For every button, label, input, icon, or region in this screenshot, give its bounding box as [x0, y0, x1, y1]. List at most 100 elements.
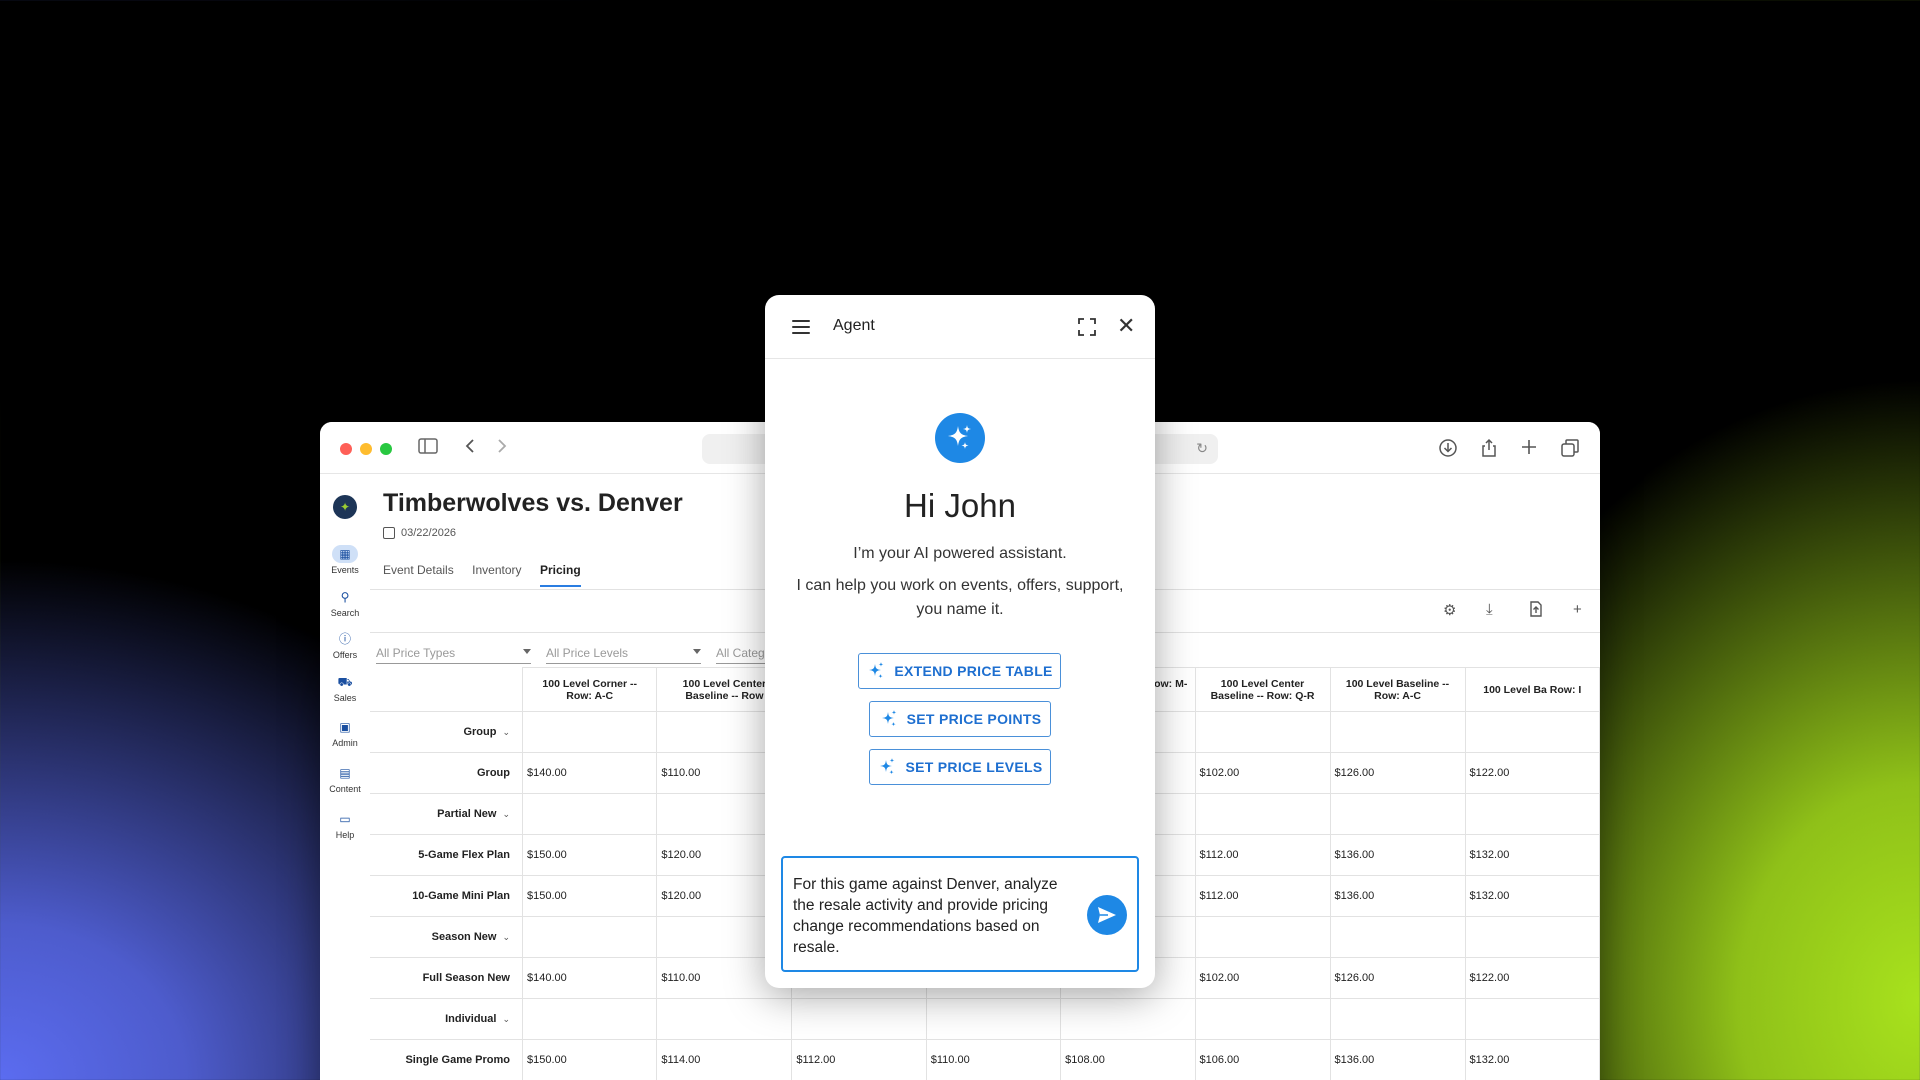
chevron-right-icon[interactable] — [496, 438, 508, 458]
price-cell[interactable] — [1194, 916, 1331, 958]
chevron-down-icon[interactable]: ⌄ — [502, 809, 510, 820]
price-cell[interactable] — [521, 711, 658, 753]
price-cell[interactable]: $150.00 — [521, 1039, 658, 1080]
download-icon[interactable] — [1438, 438, 1458, 462]
set-price-points-button[interactable]: SET PRICE POINTS — [869, 701, 1051, 737]
price-cell[interactable] — [521, 998, 658, 1040]
price-cell[interactable] — [925, 998, 1062, 1040]
price-levels-filter[interactable]: All Price Levels — [546, 646, 701, 664]
row-label-text: Group — [477, 767, 510, 779]
row-label[interactable]: Individual ⌄ — [370, 998, 523, 1040]
row-label[interactable]: Partial New ⌄ — [370, 793, 523, 835]
price-cell[interactable]: $136.00 — [1329, 1039, 1466, 1080]
price-cell[interactable] — [656, 998, 793, 1040]
price-cell[interactable]: $114.00 — [656, 1039, 793, 1080]
reload-icon[interactable]: ↻ — [1196, 440, 1208, 457]
price-cell[interactable]: $126.00 — [1329, 752, 1466, 794]
price-cell[interactable]: $102.00 — [1194, 957, 1331, 999]
upload-file-icon[interactable] — [1529, 601, 1543, 621]
column-header[interactable]: 100 Level Ba Row: I — [1464, 667, 1600, 712]
sidebar-icon[interactable] — [418, 438, 438, 458]
price-cell[interactable]: $112.00 — [1194, 834, 1331, 876]
chevron-down-icon[interactable]: ⌄ — [502, 1014, 510, 1025]
send-button[interactable] — [1087, 895, 1127, 935]
download-icon[interactable]: ⤓ — [1486, 601, 1493, 618]
sidebar-item-search[interactable]: ⚲ Search — [320, 588, 370, 618]
team-logo[interactable]: ✦ — [333, 495, 357, 519]
price-cell[interactable]: $102.00 — [1194, 752, 1331, 794]
price-cell[interactable]: $108.00 — [1060, 1039, 1196, 1080]
price-cell[interactable] — [1194, 998, 1331, 1040]
price-cell[interactable] — [1464, 998, 1600, 1040]
sidebar-item-offers[interactable]: ⓘ Offers — [320, 630, 370, 660]
close-icon[interactable]: ✕ — [1117, 315, 1135, 337]
row-label[interactable]: Group ⌄ — [370, 711, 523, 753]
plus-icon[interactable] — [1520, 438, 1538, 460]
price-types-filter[interactable]: All Price Types — [376, 646, 531, 664]
tab-pricing[interactable]: Pricing — [539, 563, 581, 587]
close-window-button[interactable] — [340, 443, 352, 455]
price-cell[interactable] — [1464, 711, 1600, 753]
price-cell[interactable]: $112.00 — [1194, 875, 1331, 917]
price-cell[interactable]: $136.00 — [1329, 875, 1466, 917]
expand-icon[interactable] — [1077, 317, 1097, 337]
set-price-levels-button[interactable]: SET PRICE LEVELS — [869, 749, 1051, 785]
price-cell[interactable]: $150.00 — [521, 875, 658, 917]
minimize-window-button[interactable] — [360, 443, 372, 455]
sidebar-item-events[interactable]: ▦ Events — [320, 545, 370, 575]
search-icon: ⚲ — [340, 590, 350, 604]
menu-icon[interactable] — [792, 320, 810, 334]
price-types-filter-value: All Price Types — [376, 646, 456, 660]
price-cell[interactable] — [1329, 916, 1466, 958]
column-header[interactable]: 100 Level Baseline -- Row: A-C — [1329, 667, 1466, 712]
chat-input-text[interactable]: For this game against Denver, analyze th… — [793, 874, 1073, 958]
tabs-icon[interactable] — [1560, 438, 1580, 462]
price-cell[interactable]: $140.00 — [521, 957, 658, 999]
add-icon[interactable]: + — [1573, 601, 1582, 618]
tab-event-details[interactable]: Event Details — [383, 563, 454, 585]
price-cell[interactable]: $112.00 — [791, 1039, 927, 1080]
price-cell[interactable] — [1464, 793, 1600, 835]
chevron-down-icon[interactable]: ⌄ — [502, 932, 510, 943]
column-header[interactable]: 100 Level Center Baseline -- Row: Q-R — [1194, 667, 1331, 712]
maximize-window-button[interactable] — [380, 443, 392, 455]
sidebar-item-content[interactable]: ▤ Content — [320, 764, 370, 794]
price-cell[interactable]: $140.00 — [521, 752, 658, 794]
price-cell[interactable]: $122.00 — [1464, 957, 1600, 999]
price-cell[interactable]: $132.00 — [1464, 875, 1600, 917]
chevron-left-icon[interactable] — [464, 438, 476, 458]
price-cell[interactable]: $132.00 — [1464, 834, 1600, 876]
chevron-down-icon[interactable]: ⌄ — [502, 727, 510, 738]
price-cell[interactable] — [1060, 998, 1196, 1040]
price-cell[interactable]: $136.00 — [1329, 834, 1466, 876]
price-cell[interactable] — [1329, 998, 1466, 1040]
extend-price-table-button[interactable]: EXTEND PRICE TABLE — [858, 653, 1061, 689]
chat-input[interactable]: For this game against Denver, analyze th… — [781, 856, 1139, 972]
price-cell[interactable]: $122.00 — [1464, 752, 1600, 794]
price-cell[interactable]: $150.00 — [521, 834, 658, 876]
row-label-text: Full Season New — [422, 972, 510, 984]
price-cell[interactable] — [1194, 793, 1331, 835]
price-cell[interactable] — [1329, 711, 1466, 753]
price-cell[interactable] — [521, 793, 658, 835]
price-cell[interactable] — [1329, 793, 1466, 835]
sidebar-item-help[interactable]: ▭ Help — [320, 810, 370, 840]
sidebar-item-admin[interactable]: ▣ Admin — [320, 718, 370, 748]
row-label: 10-Game Mini Plan — [370, 875, 523, 917]
share-icon[interactable] — [1480, 438, 1498, 462]
price-cell[interactable]: $126.00 — [1329, 957, 1466, 999]
price-cell[interactable]: $110.00 — [925, 1039, 1062, 1080]
price-cell[interactable]: $132.00 — [1464, 1039, 1600, 1080]
sidebar-item-sales[interactable]: ⛟ Sales — [320, 673, 370, 703]
tab-inventory[interactable]: Inventory — [472, 563, 521, 585]
calendar-icon — [383, 527, 395, 540]
price-cell[interactable] — [791, 998, 927, 1040]
row-label[interactable]: Season New ⌄ — [370, 916, 523, 958]
gear-icon[interactable]: ⚙ — [1443, 601, 1456, 619]
price-cell[interactable]: $106.00 — [1194, 1039, 1331, 1080]
price-cell[interactable] — [1464, 916, 1600, 958]
column-header[interactable]: 100 Level Corner -- Row: A-C — [521, 667, 658, 712]
price-cell[interactable] — [521, 916, 658, 958]
event-date: 03/22/2026 — [383, 527, 456, 540]
price-cell[interactable] — [1194, 711, 1331, 753]
